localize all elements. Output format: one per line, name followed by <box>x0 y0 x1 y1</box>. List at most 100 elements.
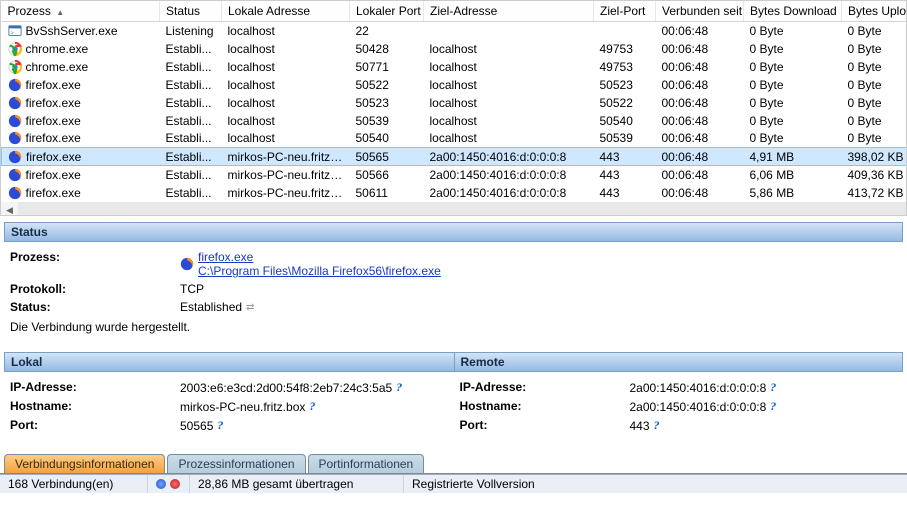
col-local-addr[interactable]: Lokale Adresse <box>222 1 350 22</box>
table-row[interactable]: firefox.exeEstabli...mirkos-PC-neu.fritz… <box>2 184 907 202</box>
protocol-label: Protokoll: <box>10 282 180 296</box>
cell-since: 00:06:48 <box>656 148 744 166</box>
cell-up: 0 Byte <box>842 22 907 40</box>
col-remote-port[interactable]: Ziel-Port <box>594 1 656 22</box>
cell-raddr: localhost <box>424 112 594 130</box>
cell-laddr: localhost <box>222 130 350 148</box>
cell-up: 0 Byte <box>842 112 907 130</box>
cell-process: firefox.exe <box>2 184 160 202</box>
cell-up: 0 Byte <box>842 58 907 76</box>
chrome-icon <box>8 60 22 74</box>
process-name-link[interactable]: firefox.exe <box>198 250 253 264</box>
cell-status: Establi... <box>160 76 222 94</box>
horizontal-scrollbar[interactable]: ◀ <box>1 202 906 217</box>
help-icon[interactable]: ? <box>770 399 776 414</box>
table-row[interactable]: firefox.exeEstabli...localhost50539local… <box>2 112 907 130</box>
tab-port-info[interactable]: Portinformationen <box>308 454 425 474</box>
local-ip-value: 2003:e6:e3cd:2d00:54f8:2eb7:24c3:5a5 <box>180 381 392 395</box>
cell-process: firefox.exe <box>2 148 160 166</box>
cell-status: Establi... <box>160 94 222 112</box>
cell-laddr: localhost <box>222 112 350 130</box>
ff-icon <box>8 150 22 164</box>
cell-status: Establi... <box>160 40 222 58</box>
help-icon[interactable]: ? <box>770 380 776 395</box>
cell-status: Establi... <box>160 130 222 148</box>
cell-raddr: localhost <box>424 130 594 148</box>
cell-laddr: mirkos-PC-neu.fritz.box <box>222 184 350 202</box>
cell-rport: 443 <box>594 184 656 202</box>
cell-lport: 22 <box>350 22 424 40</box>
table-row[interactable]: firefox.exeEstabli...localhost50540local… <box>2 130 907 148</box>
cell-down: 0 Byte <box>744 76 842 94</box>
cell-process: firefox.exe <box>26 114 81 128</box>
ff-icon <box>8 114 22 128</box>
cell-status: Listening <box>160 22 222 40</box>
table-row[interactable]: >_BvSshServer.exeListeninglocalhost2200:… <box>2 22 907 40</box>
col-bytes-up[interactable]: Bytes Upload <box>842 1 907 22</box>
remote-ip-value: 2a00:1450:4016:d:0:0:0:8 <box>630 381 767 395</box>
scroll-left-icon[interactable]: ◀ <box>1 202 18 216</box>
cell-rport: 443 <box>594 148 656 166</box>
cell-process: firefox.exe <box>2 130 160 148</box>
help-icon[interactable]: ? <box>654 418 660 433</box>
col-process[interactable]: Prozess ▲ <box>2 1 160 22</box>
status-message: Die Verbindung wurde hergestellt. <box>10 320 897 334</box>
cell-process: firefox.exe <box>26 131 81 145</box>
status-panel: Status Prozess: firefox.exe C:\Program F… <box>4 222 903 342</box>
remote-panel-title: Remote <box>454 352 904 372</box>
ff-icon <box>8 131 22 145</box>
cell-process: firefox.exe <box>2 166 160 184</box>
cell-since: 00:06:48 <box>656 58 744 76</box>
tab-process-info[interactable]: Prozessinformationen <box>167 454 305 474</box>
table-row[interactable]: chrome.exeEstabli...localhost50771localh… <box>2 58 907 76</box>
help-icon[interactable]: ? <box>309 399 315 414</box>
tab-connection-info[interactable]: Verbindungsinformationen <box>4 454 165 474</box>
col-status[interactable]: Status <box>160 1 222 22</box>
remote-port-value: 443 <box>630 419 650 433</box>
local-host-label: Hostname: <box>10 399 180 414</box>
activity-red-icon <box>170 479 180 489</box>
cell-process: >_BvSshServer.exe <box>2 22 160 40</box>
cell-lport: 50566 <box>350 166 424 184</box>
cell-status: Establi... <box>160 58 222 76</box>
cell-process: firefox.exe <box>26 150 81 164</box>
table-row[interactable]: firefox.exeEstabli...localhost50522local… <box>2 76 907 94</box>
status-transferred: 28,86 MB gesamt übertragen <box>190 475 404 493</box>
ff-icon <box>8 168 22 182</box>
table-row[interactable]: chrome.exeEstabli...localhost50428localh… <box>2 40 907 58</box>
cell-up: 409,36 KB <box>842 166 907 184</box>
sort-asc-icon: ▲ <box>56 8 64 17</box>
ff-icon <box>8 186 22 200</box>
cell-down: 0 Byte <box>744 94 842 112</box>
cell-laddr: localhost <box>222 40 350 58</box>
cell-rport: 443 <box>594 166 656 184</box>
header-row[interactable]: Prozess ▲ Status Lokale Adresse Lokaler … <box>2 1 907 22</box>
ff-icon <box>8 96 22 110</box>
svg-text:>_: >_ <box>10 30 16 36</box>
cell-up: 0 Byte <box>842 94 907 112</box>
cell-process: firefox.exe <box>2 112 160 130</box>
cell-lport: 50428 <box>350 40 424 58</box>
status-value: Established <box>180 300 242 314</box>
help-icon[interactable]: ? <box>396 380 402 395</box>
status-panel-title: Status <box>4 222 903 242</box>
help-icon[interactable]: ? <box>217 418 223 433</box>
cell-rport: 50539 <box>594 130 656 148</box>
cell-up: 0 Byte <box>842 76 907 94</box>
cell-down: 0 Byte <box>744 58 842 76</box>
status-bar: 168 Verbindung(en) 28,86 MB gesamt übert… <box>0 474 907 493</box>
col-local-port[interactable]: Lokaler Port <box>350 1 424 22</box>
connection-icon: ⇄ <box>246 302 254 313</box>
table-row[interactable]: firefox.exeEstabli...mirkos-PC-neu.fritz… <box>2 166 907 184</box>
col-connected-since[interactable]: Verbunden seit <box>656 1 744 22</box>
col-remote-addr[interactable]: Ziel-Adresse <box>424 1 594 22</box>
local-port-label: Port: <box>10 418 180 433</box>
table-row[interactable]: firefox.exeEstabli...mirkos-PC-neu.fritz… <box>2 148 907 166</box>
table-row[interactable]: firefox.exeEstabli...localhost50523local… <box>2 94 907 112</box>
activity-blue-icon <box>156 479 166 489</box>
cell-laddr: mirkos-PC-neu.fritz.box <box>222 166 350 184</box>
cell-laddr: localhost <box>222 94 350 112</box>
col-bytes-down[interactable]: Bytes Download <box>744 1 842 22</box>
process-path-link[interactable]: C:\Program Files\Mozilla Firefox56\firef… <box>198 264 441 278</box>
cell-lport: 50540 <box>350 130 424 148</box>
